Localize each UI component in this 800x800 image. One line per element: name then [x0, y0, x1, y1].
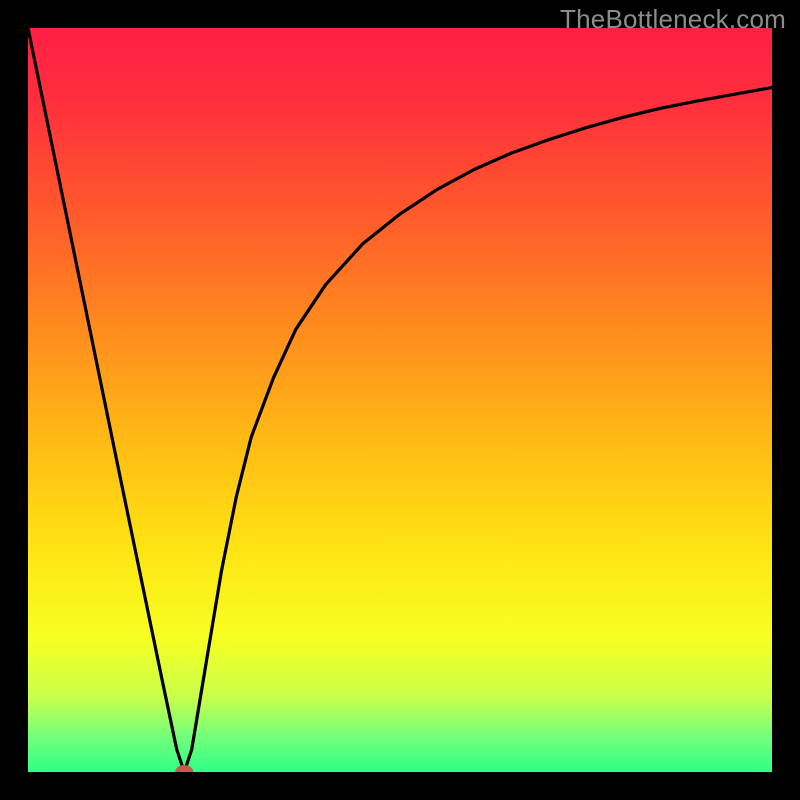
watermark-text: TheBottleneck.com [560, 4, 786, 35]
chart-frame: TheBottleneck.com [0, 0, 800, 800]
optimal-point-marker [175, 765, 193, 772]
plot-area [28, 28, 772, 772]
bottleneck-curve [28, 28, 772, 772]
chart-svg [28, 28, 772, 772]
